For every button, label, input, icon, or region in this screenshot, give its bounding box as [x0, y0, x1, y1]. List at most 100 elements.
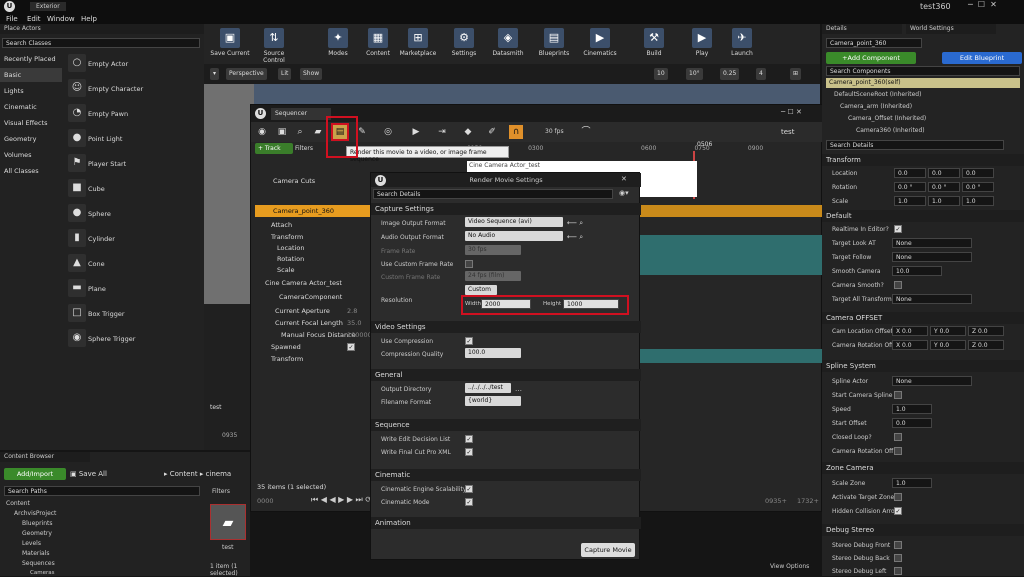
track-current-aperture[interactable]: Current Aperture: [275, 307, 330, 319]
activate-target-zone-checkbox[interactable]: [894, 493, 902, 501]
section-sequence[interactable]: Sequence: [371, 419, 641, 431]
category-recent[interactable]: Recently Placed: [0, 52, 62, 66]
target-look-select[interactable]: None: [892, 238, 972, 248]
folder-materials[interactable]: Materials: [22, 550, 50, 557]
actor-item[interactable]: ⚑ Player Start: [64, 152, 204, 177]
toolbar-button-settings[interactable]: ⚙ Settings: [442, 26, 486, 62]
add-component-button[interactable]: +Add Component: [826, 52, 916, 64]
track-camera-cuts[interactable]: Camera Cuts: [273, 177, 315, 189]
actor-item[interactable]: ☺ Empty Character: [64, 77, 204, 102]
menu-window[interactable]: Window: [47, 15, 75, 23]
section-debug-stereo[interactable]: Debug Stereo: [822, 524, 1024, 536]
rotation-x[interactable]: 0.0 °: [894, 182, 926, 192]
save-icon[interactable]: ▣: [275, 125, 289, 139]
folder-blueprints[interactable]: Blueprints: [22, 520, 53, 527]
filters-button[interactable]: Filters: [212, 488, 230, 495]
search-icon[interactable]: ⌕: [293, 125, 307, 139]
section-video-settings[interactable]: Video Settings: [371, 321, 641, 333]
section-cinematic[interactable]: Cinematic: [371, 469, 641, 481]
category-basic[interactable]: Basic: [0, 68, 62, 82]
component-camera-arm[interactable]: Camera_arm (Inherited): [840, 103, 912, 110]
audio-format-select[interactable]: No Audio: [465, 231, 563, 241]
filters-button[interactable]: Filters: [295, 145, 313, 152]
track-transform-2[interactable]: Transform: [271, 355, 303, 367]
folder-content[interactable]: Content: [6, 500, 30, 507]
sequencer-tab[interactable]: Sequencer: [271, 108, 331, 120]
folder-archvis[interactable]: ArchvisProject: [14, 510, 56, 517]
breadcrumb-cinema[interactable]: cinema: [206, 470, 232, 478]
section-general[interactable]: General: [371, 369, 641, 381]
loc-offset-x[interactable]: X 0.0: [892, 326, 928, 336]
rot-offset-y[interactable]: Y 0.0: [930, 340, 966, 350]
actor-item[interactable]: ● Sphere: [64, 202, 204, 227]
filename-format-input[interactable]: {world}: [465, 396, 521, 406]
scale-z[interactable]: 1.0: [962, 196, 994, 206]
browse-icon[interactable]: …: [515, 385, 522, 393]
output-directory-input[interactable]: ../../../../test: [465, 383, 511, 393]
folder-levels[interactable]: Levels: [22, 540, 41, 547]
category-cinematic[interactable]: Cinematic: [0, 100, 62, 114]
play-options-icon[interactable]: ▶: [409, 125, 423, 139]
component-self[interactable]: Camera_point_360(self): [826, 78, 1020, 88]
toolbar-button-save-current[interactable]: ▣ Save Current: [208, 26, 252, 62]
use-compression-checkbox[interactable]: ✓: [465, 337, 473, 345]
spawned-checkbox[interactable]: ✓: [347, 343, 355, 351]
engine-scalability-checkbox[interactable]: ✓: [465, 485, 473, 493]
toolbar-button-blueprints[interactable]: ▤ Blueprints: [532, 26, 576, 62]
add-import-button[interactable]: Add/Import: [4, 468, 66, 480]
target-follow-select[interactable]: None: [892, 252, 972, 262]
toolbar-button-marketplace[interactable]: ⊞ Marketplace: [396, 26, 440, 62]
key-icon[interactable]: ✎: [355, 125, 369, 139]
cinematic-mode-checkbox[interactable]: ✓: [465, 498, 473, 506]
world-settings-tab[interactable]: World Settings: [906, 24, 996, 34]
maximize-viewport-icon[interactable]: ⊞: [790, 68, 802, 80]
reset-arrow-icon[interactable]: ⟵ ⌕: [567, 219, 583, 228]
toolbar-button-content[interactable]: ▦ Content: [356, 26, 400, 62]
camera-icon[interactable]: ▰: [311, 125, 325, 139]
track-spawned[interactable]: Spawned: [271, 343, 301, 355]
close-icon[interactable]: ✕: [621, 175, 627, 183]
rotation-z[interactable]: 0.0 °: [962, 182, 994, 192]
track-cine-camera[interactable]: Cine Camera Actor_test: [265, 279, 342, 291]
edl-checkbox[interactable]: ✓: [465, 435, 473, 443]
camera-point-bar[interactable]: [631, 205, 823, 217]
section-capture-settings[interactable]: Capture Settings: [371, 203, 641, 215]
component-scene-root[interactable]: DefaultSceneRoot (Inherited): [834, 91, 921, 98]
section-spline-system[interactable]: Spline System: [822, 360, 1024, 372]
edit-blueprint-button[interactable]: Edit Blueprint: [942, 52, 1022, 64]
sequencer-start-time[interactable]: 0000: [257, 497, 274, 509]
actor-item[interactable]: ▲ Cone: [64, 252, 204, 277]
camera-smooth-checkbox[interactable]: [894, 281, 902, 289]
search-classes-input[interactable]: Search Classes: [2, 38, 200, 48]
focal-value[interactable]: 35.0: [347, 319, 361, 331]
menu-edit[interactable]: Edit: [27, 15, 41, 23]
snap-icon[interactable]: ◆: [461, 125, 475, 139]
debug-left-checkbox[interactable]: [894, 567, 902, 575]
breadcrumb-content[interactable]: Content: [170, 470, 198, 478]
folder-geometry[interactable]: Geometry: [22, 530, 52, 537]
category-visual-effects[interactable]: Visual Effects: [0, 116, 62, 130]
step-icon[interactable]: ⇥: [435, 125, 449, 139]
folder-sequences[interactable]: Sequences: [22, 560, 55, 567]
eye-icon[interactable]: ◎: [381, 125, 395, 139]
component-camera360[interactable]: Camera360 (Inherited): [856, 127, 925, 134]
location-x[interactable]: 0.0: [894, 168, 926, 178]
search-paths-input[interactable]: Search Paths: [4, 486, 200, 496]
use-custom-rate-checkbox[interactable]: [465, 260, 473, 268]
perspective-button[interactable]: Perspective: [226, 68, 267, 80]
transform-keys-bar[interactable]: [631, 235, 823, 275]
xml-checkbox[interactable]: ✓: [465, 448, 473, 456]
focus-value[interactable]: 100000: [347, 331, 372, 343]
add-track-button[interactable]: + Track: [255, 143, 293, 154]
start-spline-checkbox[interactable]: [894, 391, 902, 399]
level-tab[interactable]: Exterior: [30, 2, 66, 11]
spline-actor-select[interactable]: None: [892, 376, 972, 386]
menu-help[interactable]: Help: [81, 15, 97, 23]
section-transform[interactable]: Transform: [822, 154, 1024, 166]
scale-y[interactable]: 1.0: [928, 196, 960, 206]
speed-input[interactable]: 1.0: [892, 404, 932, 414]
category-lights[interactable]: Lights: [0, 84, 62, 98]
camera-speed-value[interactable]: 4: [756, 68, 766, 80]
toolbar-button-datasmith[interactable]: ◈ Datasmith: [486, 26, 530, 62]
search-details-field[interactable]: Search Details: [826, 140, 1004, 150]
